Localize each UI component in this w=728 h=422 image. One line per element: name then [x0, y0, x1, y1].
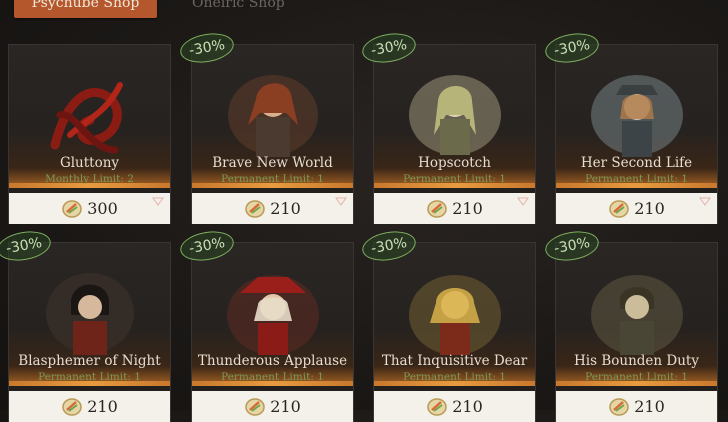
psychube-art-her-second-life [590, 75, 683, 157]
psychube-art-blasphemer-of-night [45, 273, 134, 355]
item-limit: Permanent Limit: 1 [221, 371, 324, 383]
corner-chevron-icon [699, 197, 711, 206]
shop-item-card[interactable]: Thunderous Applause Permanent Limit: 1 2… [191, 242, 354, 422]
price-bar: 210 [9, 391, 170, 422]
item-limit: Permanent Limit: 1 [585, 371, 688, 383]
price-bar: 210 [192, 391, 353, 422]
item-price: 210 [452, 199, 483, 218]
psychube-art-brave-new-world [227, 75, 318, 157]
item-title: His Bounden Duty [574, 353, 699, 369]
price-bar: 210 [192, 193, 353, 224]
shop-tabs: Psychube Shop Oneiric Shop [0, 0, 728, 18]
tab-oneiric-shop[interactable]: Oneiric Shop [192, 0, 285, 18]
price-bar: 210 [374, 391, 535, 422]
shop-item-card[interactable]: His Bounden Duty Permanent Limit: 1 210 [555, 242, 718, 422]
shop-item-card[interactable]: Blasphemer of Night Permanent Limit: 1 2… [8, 242, 171, 422]
item-title: Her Second Life [580, 155, 693, 171]
price-bar: 300 [9, 193, 170, 224]
price-bar: 210 [374, 193, 535, 224]
shop-item-card[interactable]: Gluttony Monthly Limit: 2 300 [8, 44, 171, 224]
item-price: 210 [270, 397, 301, 416]
psychube-art-thunderous-applause [226, 275, 319, 355]
item-price: 210 [634, 199, 665, 218]
shop-item-card[interactable]: Hopscotch Permanent Limit: 1 210 [373, 44, 536, 224]
shop-item-card[interactable]: Brave New World Permanent Limit: 1 210 [191, 44, 354, 224]
corner-chevron-icon [152, 197, 164, 206]
item-title: Hopscotch [418, 155, 491, 171]
shop-item-card[interactable]: Her Second Life Permanent Limit: 1 210 [555, 44, 718, 224]
sharpodonty-coin-icon [427, 199, 447, 218]
sharpodonty-coin-icon [427, 397, 447, 416]
sharpodonty-coin-icon [62, 199, 82, 218]
item-limit: Permanent Limit: 1 [403, 173, 506, 185]
sharpodonty-coin-icon [609, 397, 629, 416]
item-title: Brave New World [212, 155, 333, 171]
item-title: That Inquisitive Dear [381, 353, 528, 369]
sharpodonty-coin-icon [62, 397, 82, 416]
corner-chevron-icon [517, 197, 529, 206]
item-title: Gluttony [59, 155, 120, 171]
psychube-art-his-bounden-duty [590, 275, 683, 355]
item-limit: Monthly Limit: 2 [45, 173, 134, 185]
price-bar: 210 [556, 391, 717, 422]
item-title: Blasphemer of Night [18, 353, 161, 369]
item-limit: Permanent Limit: 1 [403, 371, 506, 383]
price-bar: 210 [556, 193, 717, 224]
item-price: 300 [87, 199, 118, 218]
sharpodonty-coin-icon [609, 199, 629, 218]
shop-item-card[interactable]: That Inquisitive Dear Permanent Limit: 1… [373, 242, 536, 422]
psychube-art-gluttony [50, 82, 123, 154]
sharpodonty-coin-icon [245, 397, 265, 416]
item-price: 210 [270, 199, 301, 218]
item-title: Thunderous Applause [197, 353, 348, 369]
item-limit: Permanent Limit: 1 [221, 173, 324, 185]
item-limit: Permanent Limit: 1 [38, 371, 141, 383]
item-price: 210 [634, 397, 665, 416]
item-price: 210 [87, 397, 118, 416]
corner-chevron-icon [335, 197, 347, 206]
item-price: 210 [452, 397, 483, 416]
sharpodonty-coin-icon [245, 199, 265, 218]
item-limit: Permanent Limit: 1 [585, 173, 688, 185]
tab-psychube-shop[interactable]: Psychube Shop [14, 0, 157, 18]
psychube-art-that-inquisitive-dear [408, 275, 501, 355]
psychube-art-hopscotch [408, 75, 501, 155]
